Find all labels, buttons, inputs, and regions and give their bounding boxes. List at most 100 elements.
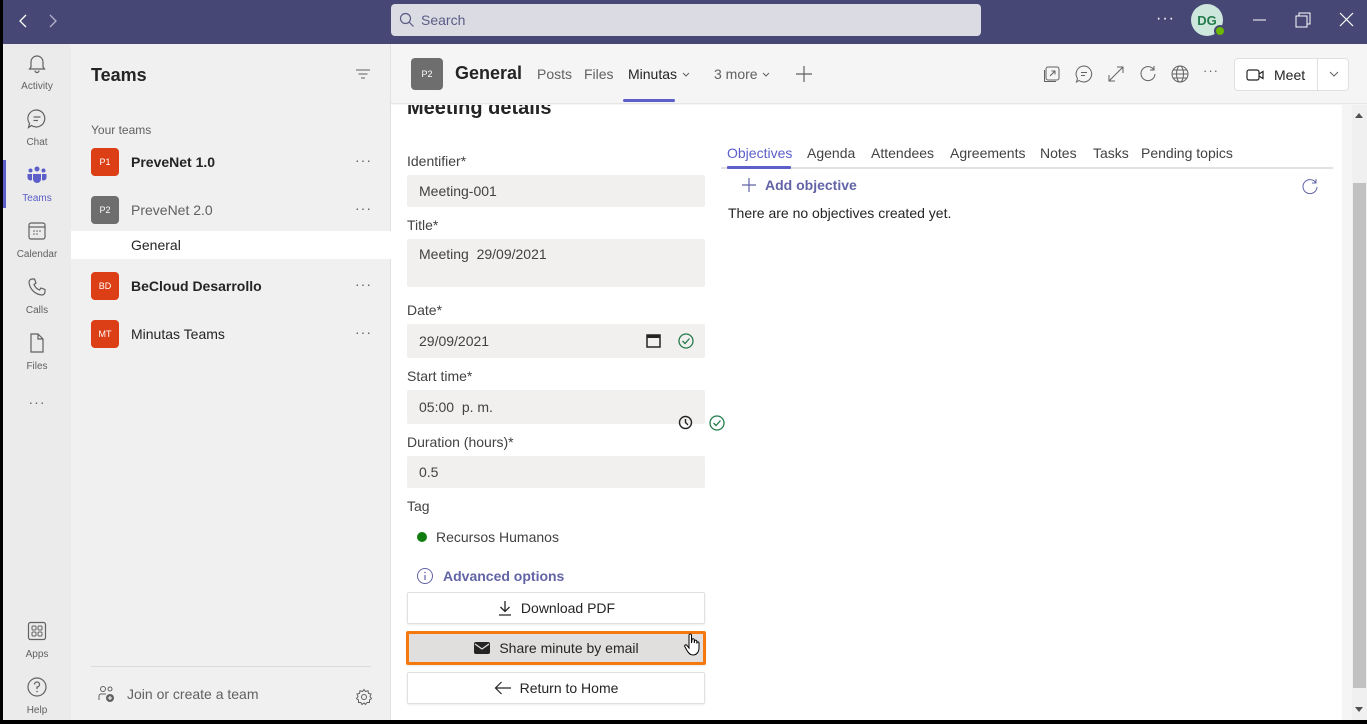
teams-panel: Teams Your teams P1 PreveNet 1.0 ··· P2 …	[71, 44, 391, 720]
website-button[interactable]	[1170, 64, 1190, 84]
tab-posts[interactable]: Posts	[537, 66, 572, 82]
teams-icon	[27, 166, 47, 183]
scrollbar-thumb[interactable]	[1353, 183, 1366, 688]
scroll-up-arrow[interactable]	[1355, 113, 1363, 118]
expand-icon	[1108, 66, 1124, 82]
start-time-field[interactable]: 05:00 p. m.	[407, 390, 725, 431]
team-more-button[interactable]: ···	[355, 324, 372, 340]
add-tab-button[interactable]	[794, 64, 814, 84]
restore-button[interactable]	[1291, 10, 1315, 34]
date-picker-button[interactable]	[645, 332, 662, 352]
add-objective-label: Add objective	[765, 177, 857, 193]
advanced-options-link[interactable]: Advanced options	[416, 567, 564, 585]
title-field[interactable]: Meeting 29/09/2021	[407, 239, 705, 287]
title-value: Meeting 29/09/2021	[419, 246, 547, 262]
refresh-tab-button[interactable]	[1138, 64, 1158, 84]
advanced-options-label: Advanced options	[443, 568, 565, 584]
mail-icon	[474, 642, 491, 654]
date-field[interactable]: 29/09/2021	[407, 324, 705, 358]
duration-label: Duration (hours)*	[407, 434, 514, 450]
panel-divider	[91, 666, 371, 667]
team-avatar: P1	[91, 148, 119, 176]
active-tab-indicator	[727, 166, 791, 169]
meet-button[interactable]: Meet	[1234, 58, 1349, 91]
download-pdf-button[interactable]: Download PDF	[407, 592, 705, 624]
tag-item[interactable]: Recursos Humanos	[417, 529, 559, 545]
video-camera-icon	[1246, 68, 1264, 81]
minimize-button[interactable]	[1248, 10, 1272, 34]
share-by-email-button[interactable]: Share minute by email	[406, 631, 706, 665]
details-tabs: Objectives Agenda Attendees Agreements N…	[721, 145, 1333, 169]
settings-more-button[interactable]: ···	[1156, 10, 1175, 28]
expand-button[interactable]	[1106, 64, 1126, 84]
rail-item-calls[interactable]: Calls	[3, 268, 71, 324]
meet-options-button[interactable]	[1327, 67, 1341, 86]
filter-button[interactable]	[355, 66, 371, 87]
tab-agreements[interactable]: Agreements	[950, 145, 1025, 161]
scroll-down-arrow[interactable]	[1355, 707, 1363, 712]
tab-notes[interactable]: Notes	[1040, 145, 1077, 161]
title-bar: ··· DG	[3, 0, 1367, 44]
manage-teams-button[interactable]	[355, 688, 373, 711]
rail-item-apps[interactable]: Apps	[3, 612, 71, 668]
apps-icon	[27, 621, 47, 641]
conversation-button[interactable]	[1074, 64, 1094, 84]
team-item[interactable]: P1 PreveNet 1.0 ···	[71, 140, 391, 184]
join-create-team-button[interactable]: Join or create a team	[97, 684, 259, 704]
identifier-field[interactable]: Meeting-001	[407, 175, 705, 207]
rail-more-apps[interactable]: ···	[3, 388, 71, 418]
chevron-down-icon	[763, 72, 770, 77]
meet-split-divider	[1317, 59, 1318, 90]
chevron-right-icon	[49, 14, 57, 28]
add-objective-button[interactable]: Add objective	[741, 177, 857, 193]
tab-tasks[interactable]: Tasks	[1093, 145, 1129, 161]
info-icon	[417, 568, 433, 584]
chevron-left-icon	[19, 14, 27, 28]
rail-label: Help	[26, 705, 48, 716]
rail-item-help[interactable]: Help	[3, 668, 71, 724]
tab-minutas[interactable]: Minutas	[628, 66, 691, 82]
rail-item-chat[interactable]: Chat	[3, 100, 71, 156]
channel-item-general[interactable]: General	[71, 231, 391, 259]
back-button[interactable]	[14, 11, 34, 31]
team-more-button[interactable]: ···	[355, 276, 372, 292]
duration-field[interactable]: 0.5	[407, 456, 705, 488]
team-more-button[interactable]: ···	[355, 200, 372, 216]
close-icon	[1339, 12, 1354, 27]
panel-title: Teams	[91, 65, 147, 85]
vertical-scrollbar[interactable]	[1352, 105, 1367, 720]
avatar-initials: DG	[1197, 12, 1217, 28]
rail-item-files[interactable]: Files	[3, 324, 71, 380]
rail-item-teams[interactable]: Teams	[3, 156, 71, 212]
globe-icon	[1171, 65, 1189, 83]
tab-attendees[interactable]: Attendees	[871, 145, 934, 161]
search-input[interactable]	[421, 12, 961, 28]
search-box[interactable]	[391, 4, 981, 36]
team-name: BeCloud Desarrollo	[131, 278, 262, 294]
return-home-button[interactable]: Return to Home	[407, 672, 705, 704]
tab-objectives[interactable]: Objectives	[727, 145, 792, 161]
rail-item-calendar[interactable]: Calendar	[3, 212, 71, 268]
user-avatar[interactable]: DG	[1191, 4, 1226, 37]
tab-pending-topics[interactable]: Pending topics	[1141, 145, 1233, 161]
channel-avatar: P2	[411, 58, 443, 90]
share-by-email-label: Share minute by email	[499, 640, 639, 656]
forward-button[interactable]	[42, 11, 62, 31]
team-item[interactable]: BD BeCloud Desarrollo ···	[71, 264, 391, 308]
team-item[interactable]: MT Minutas Teams ···	[71, 312, 391, 356]
team-item[interactable]: P2 PreveNet 2.0 ···	[71, 188, 391, 232]
rail-item-activity[interactable]: Activity	[3, 44, 71, 100]
team-more-button[interactable]: ···	[355, 152, 372, 168]
chat-icon	[27, 109, 46, 129]
header-more-button[interactable]: ···	[1203, 63, 1223, 83]
tab-more[interactable]: 3 more	[714, 66, 771, 82]
tab-agenda[interactable]: Agenda	[807, 145, 855, 161]
join-label: Join or create a team	[127, 686, 259, 702]
tab-files[interactable]: Files	[584, 66, 614, 82]
refresh-objectives-button[interactable]	[1300, 177, 1320, 202]
date-value: 29/09/2021	[419, 333, 490, 349]
close-button[interactable]	[1335, 10, 1359, 34]
team-avatar: BD	[91, 272, 119, 300]
popout-button[interactable]	[1042, 64, 1062, 84]
team-name: Minutas Teams	[131, 326, 225, 342]
